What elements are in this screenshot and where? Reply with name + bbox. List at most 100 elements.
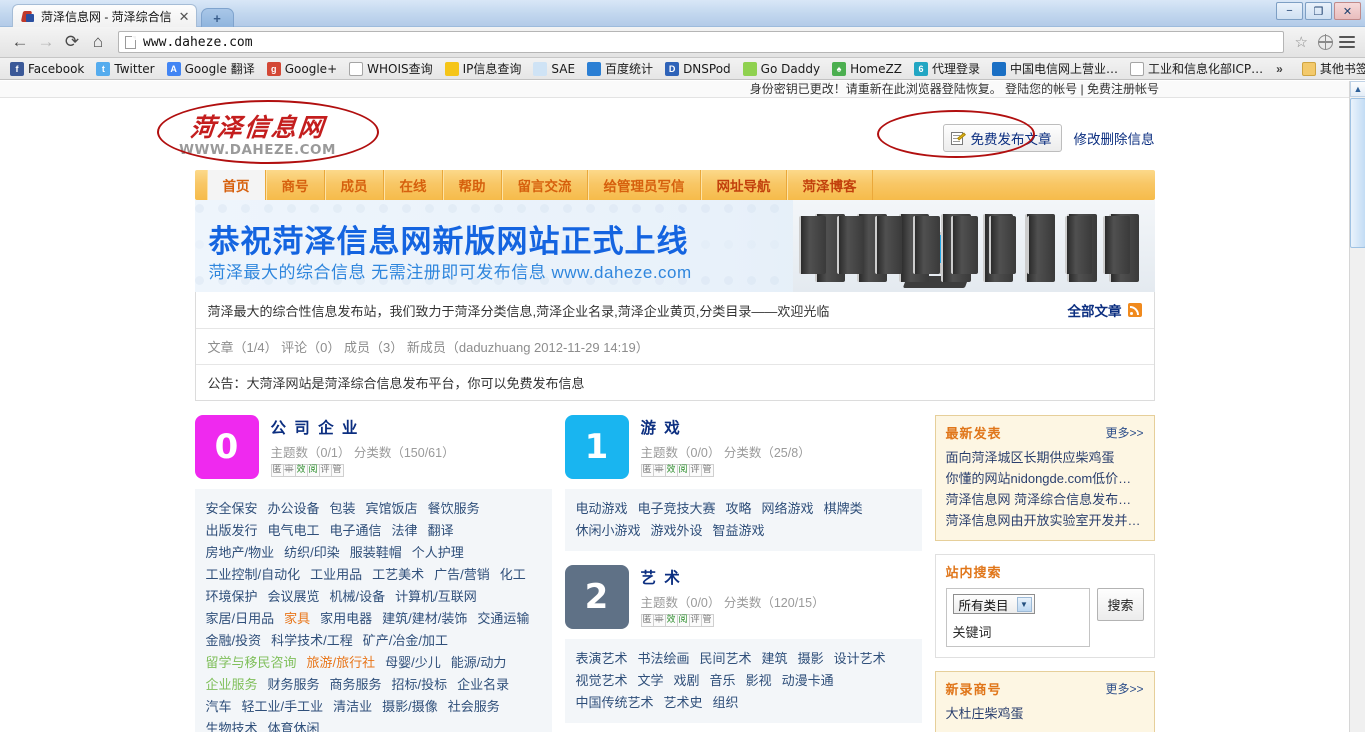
category-link[interactable]: 工业控制/自动化 xyxy=(206,567,301,582)
category-link[interactable]: 法律 xyxy=(392,523,418,538)
search-keyword-input[interactable]: 关键词 xyxy=(953,622,1084,641)
category-title[interactable]: 游 戏 xyxy=(641,416,811,438)
category-link[interactable]: 翻译 xyxy=(428,523,454,538)
category-link[interactable]: 企业服务 xyxy=(206,677,258,692)
category-link[interactable]: 清洁业 xyxy=(333,699,372,714)
category-title[interactable]: 公 司 企 业 xyxy=(271,416,455,438)
browser-tab[interactable]: 菏泽信息网 - 菏泽综合信 ✕ xyxy=(12,4,197,27)
category-link[interactable]: 工业用品 xyxy=(310,567,362,582)
nav-item-0[interactable]: 首页 xyxy=(206,170,266,200)
minimize-button[interactable]: − xyxy=(1276,2,1303,20)
chevron-down-icon[interactable]: ▼ xyxy=(1016,596,1032,612)
register-link[interactable]: 免费注册帐号 xyxy=(1087,82,1159,96)
category-link[interactable]: 出版发行 xyxy=(206,523,258,538)
bookmark-item[interactable]: t Twitter xyxy=(90,61,160,76)
category-link[interactable]: 个人护理 xyxy=(412,545,464,560)
category-link[interactable]: 宾馆饭店 xyxy=(366,501,418,516)
nav-item-6[interactable]: 给管理员写信 xyxy=(587,170,701,200)
bookmark-item[interactable]: g Google+ xyxy=(261,61,343,76)
nav-item-1[interactable]: 商号 xyxy=(265,170,325,200)
category-link[interactable]: 服装鞋帽 xyxy=(350,545,402,560)
category-link[interactable]: 电子竞技大赛 xyxy=(638,501,716,516)
category-link[interactable]: 广告/营销 xyxy=(434,567,490,582)
category-link[interactable]: 商务服务 xyxy=(330,677,382,692)
bookmark-item[interactable]: WHOIS查询 xyxy=(343,60,439,77)
category-link[interactable]: 留学与移民咨询 xyxy=(206,655,297,670)
category-title[interactable]: 艺 术 xyxy=(641,566,825,588)
category-link[interactable]: 纺织/印染 xyxy=(284,545,340,560)
category-link[interactable]: 艺术史 xyxy=(664,695,703,710)
category-link[interactable]: 文学 xyxy=(638,673,664,688)
category-link[interactable]: 轻工业/手工业 xyxy=(242,699,324,714)
bookmark-star-icon[interactable]: ☆ xyxy=(1295,33,1308,51)
scrollbar-thumb[interactable] xyxy=(1350,98,1365,248)
site-logo[interactable]: 菏泽信息网 WWW.DAHEZE.COM xyxy=(165,108,351,158)
category-link[interactable]: 安全保安 xyxy=(206,501,258,516)
latest-post-link[interactable]: 你懂的网站nidongde.com低价广告… xyxy=(946,468,1144,489)
category-link[interactable]: 戏剧 xyxy=(674,673,700,688)
category-link[interactable]: 计算机/互联网 xyxy=(395,589,477,604)
publish-article-button[interactable]: 免费发布文章 xyxy=(942,124,1062,152)
search-button[interactable]: 搜索 xyxy=(1097,588,1144,621)
category-link[interactable]: 游戏外设 xyxy=(651,523,703,538)
category-link[interactable]: 网络游戏 xyxy=(762,501,814,516)
nav-item-7[interactable]: 网址导航 xyxy=(700,170,787,200)
bookmark-item[interactable]: 工业和信息化部ICP… xyxy=(1124,60,1269,77)
category-link[interactable]: 休闲小游戏 xyxy=(576,523,641,538)
category-link[interactable]: 矿产/冶金/加工 xyxy=(363,633,448,648)
category-link[interactable]: 电动游戏 xyxy=(576,501,628,516)
bookmark-item[interactable]: f Facebook xyxy=(4,61,90,76)
category-link[interactable]: 能源/动力 xyxy=(451,655,507,670)
category-link[interactable]: 机械/设备 xyxy=(330,589,386,604)
vertical-scrollbar[interactable]: ▲ xyxy=(1349,81,1365,732)
nav-item-2[interactable]: 成员 xyxy=(324,170,384,200)
category-link[interactable]: 表演艺术 xyxy=(576,651,628,666)
home-icon[interactable]: ⌂ xyxy=(85,30,111,54)
tab-close-icon[interactable]: ✕ xyxy=(179,10,190,23)
latest-posts-more-link[interactable]: 更多>> xyxy=(1105,424,1143,441)
bookmark-item[interactable]: 百度统计 xyxy=(581,60,659,77)
category-link[interactable]: 动漫卡通 xyxy=(782,673,834,688)
new-tab-button[interactable]: + xyxy=(200,8,234,27)
bookmark-item[interactable]: ♠ HomeZZ xyxy=(826,61,908,76)
back-icon[interactable]: ← xyxy=(7,30,33,54)
bookmarks-overflow-icon[interactable]: » xyxy=(1269,62,1290,76)
new-merchant-link[interactable]: 大杜庄柴鸡蛋 xyxy=(946,703,1144,724)
category-link[interactable]: 生物技术 xyxy=(206,721,258,732)
modify-delete-link[interactable]: 修改删除信息 xyxy=(1074,128,1155,148)
search-category-select[interactable]: 所有类目 ▼ xyxy=(952,594,1035,614)
category-link[interactable]: 企业名录 xyxy=(457,677,509,692)
nav-item-4[interactable]: 帮助 xyxy=(442,170,502,200)
bookmark-item[interactable]: D DNSPod xyxy=(659,61,737,76)
category-link[interactable]: 包装 xyxy=(330,501,356,516)
login-link[interactable]: 登陆您的帐号 xyxy=(1005,82,1077,96)
category-link[interactable]: 办公设备 xyxy=(268,501,320,516)
category-link[interactable]: 会议展览 xyxy=(268,589,320,604)
category-link[interactable]: 电子通信 xyxy=(330,523,382,538)
category-link[interactable]: 摄影 xyxy=(798,651,824,666)
bookmark-item[interactable]: SAE xyxy=(527,61,581,76)
promo-banner[interactable]: 恭祝菏泽信息网新版网站正式上线 菏泽最大的综合信息 无需注册即可发布信息 www… xyxy=(194,200,1155,292)
category-link[interactable]: 工艺美术 xyxy=(372,567,424,582)
latest-post-link[interactable]: 菏泽信息网 菏泽综合信息发布网正… xyxy=(946,489,1144,510)
category-link[interactable]: 科学技术/工程 xyxy=(271,633,353,648)
category-link[interactable]: 建筑/建材/装饰 xyxy=(382,611,467,626)
window-close-button[interactable]: ✕ xyxy=(1334,2,1361,20)
category-link[interactable]: 体育休闲 xyxy=(268,721,320,732)
category-link[interactable]: 母婴/少儿 xyxy=(385,655,441,670)
scroll-up-arrow[interactable]: ▲ xyxy=(1350,81,1365,97)
category-link[interactable]: 旅游/旅行社 xyxy=(307,655,376,670)
bookmark-item[interactable]: A Google 翻译 xyxy=(161,60,261,77)
bookmark-item[interactable]: 中国电信网上营业… xyxy=(986,60,1124,77)
category-link[interactable]: 影视 xyxy=(746,673,772,688)
category-link[interactable]: 攻略 xyxy=(726,501,752,516)
category-link[interactable]: 棋牌类 xyxy=(824,501,863,516)
latest-post-link[interactable]: 面向菏泽城区长期供应柴鸡蛋 xyxy=(946,447,1144,468)
globe-icon[interactable] xyxy=(1317,34,1333,50)
address-bar[interactable]: www.daheze.com xyxy=(118,31,1284,53)
reload-icon[interactable]: ⟳ xyxy=(59,30,85,54)
nav-item-5[interactable]: 留言交流 xyxy=(501,170,588,200)
new-merchants-more-link[interactable]: 更多>> xyxy=(1105,680,1143,697)
category-link[interactable]: 财务服务 xyxy=(268,677,320,692)
category-link[interactable]: 智益游戏 xyxy=(713,523,765,538)
